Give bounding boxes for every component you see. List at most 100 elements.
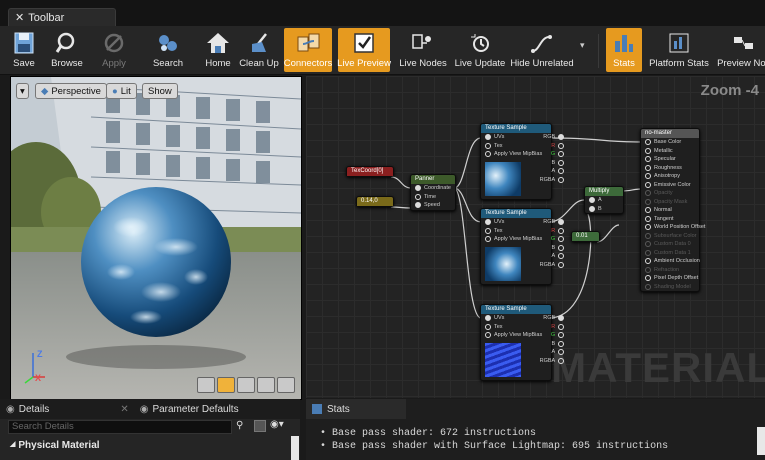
live-preview-button[interactable]: Live Preview [337,28,391,72]
platform-stats-icon [669,33,689,53]
texture-sample-node-3[interactable]: Texture Sample UVs Tex Apply View MipBia… [480,304,565,381]
panner-coordinate-pin[interactable]: Coordinate [411,184,455,193]
view-options-grid-icon[interactable] [254,420,266,432]
platform-stats-button[interactable]: Platform Stats [648,28,710,72]
result-pin[interactable]: Refraction [641,266,699,275]
result-pin[interactable]: Emissive Color [641,181,699,190]
result-pin[interactable]: Custom Data 0 [641,240,699,249]
home-button[interactable]: Home [200,28,236,72]
live-update-label: Live Update [454,58,506,69]
lit-button[interactable]: ● Lit [106,83,137,99]
multiply-a-pin[interactable]: A [585,196,623,205]
constant-vector-node[interactable]: 0.14,0 [356,196,394,207]
details-tab[interactable]: ◉ Details [6,404,49,415]
sphere-preview-icon[interactable] [217,377,235,393]
viewport-options-dropdown[interactable]: ▾ [16,83,29,99]
preview-nodes-icon [734,37,753,49]
result-pin[interactable]: Base Color [641,138,699,147]
toolbar-tab[interactable]: ✕ Toolbar [8,8,116,26]
stats-line-base-pass: • Base pass shader: 672 instructions [320,428,537,439]
parameter-defaults-tab[interactable]: ◉ Parameter Defaults [140,404,239,415]
connectors-label: Connectors [283,58,333,69]
panner-title: Panner [411,175,455,184]
live-preview-icon [354,33,374,53]
broom-icon [252,33,267,52]
perspective-button[interactable]: ◆ Perspective [35,83,107,99]
multiply-b-pin[interactable]: B [585,205,623,214]
stats-tab[interactable]: Stats [306,399,406,419]
editor-toolbar: Save Browse Apply Search Home Clean Up C… [0,26,765,75]
stats-tab-icon [312,404,322,414]
cylinder-preview-icon[interactable] [197,377,215,393]
material-preview-viewport[interactable]: Z X ▾ ◆ Perspective ● Lit Show [10,76,302,400]
physical-material-category[interactable]: ◢ Physical Material [10,440,100,451]
material-result-pins: Base Color Metallic Specular Roughness Aniso… [641,138,705,292]
search-icon[interactable]: ⚲ [236,420,246,432]
clean-up-button[interactable]: Clean Up [238,28,280,72]
material-result-title: no-master [641,129,699,138]
texcoord-title: TexCoord[0] [347,167,393,176]
panner-time-pin[interactable]: Time [411,193,455,202]
texcoord-node[interactable]: TexCoord[0] [346,166,394,177]
apply-button[interactable]: Apply [94,28,134,72]
live-nodes-button[interactable]: Live Nodes [398,28,448,72]
result-pin[interactable]: Anisotropy [641,172,699,181]
live-update-button[interactable]: Live Update [454,28,506,72]
panner-speed-pin[interactable]: Speed [411,201,455,210]
details-scrollbar[interactable] [291,436,299,460]
result-pin[interactable]: Specular [641,155,699,164]
axis-z-label: Z [37,349,43,359]
result-pin[interactable]: Opacity Mask [641,198,699,207]
live-update-icon [471,34,489,52]
material-result-node[interactable]: no-master Base Color Metallic Specular Roug… [640,128,705,292]
search-button[interactable]: Search [146,28,190,72]
viewport-scene [11,77,301,399]
result-pin[interactable]: Subsurface Color [641,232,699,241]
axis-x-label: X [35,373,42,383]
toolbar-tab-label: Toolbar [28,11,65,24]
details-search-input[interactable]: Search Details [8,420,232,434]
result-pin[interactable]: Roughness [641,164,699,173]
result-pin[interactable]: Tangent [641,215,699,224]
result-pin[interactable]: World Position Offset [641,223,705,232]
result-pin[interactable]: Custom Data 1 [641,249,699,258]
browse-button[interactable]: Browse [46,28,88,72]
close-icon[interactable]: ✕ [120,404,128,415]
result-pin[interactable]: Metallic [641,147,699,156]
window-tab-strip: ✕ Toolbar [0,0,765,26]
browse-label: Browse [51,58,83,69]
eye-icon[interactable]: ◉▾ [270,419,284,430]
lit-icon: ● [112,85,118,97]
custom-mesh-preview-icon[interactable] [277,377,295,393]
result-pin[interactable]: Pixel Depth Offset [641,274,699,283]
panner-node[interactable]: Panner Coordinate Time Speed [410,174,456,211]
texture-sample-node-1[interactable]: Texture Sample UVs Tex Apply View MipBia… [480,123,565,200]
stats-scrollbar[interactable] [757,427,765,455]
preview-nodes-button[interactable]: Preview Nod [716,28,765,72]
show-button[interactable]: Show [142,83,178,99]
result-pin[interactable]: Ambient Occlusion [641,257,700,266]
save-label: Save [13,58,35,69]
cube-preview-icon[interactable] [257,377,275,393]
result-pin[interactable]: Shading Model [641,283,699,292]
apply-icon [104,33,124,53]
constant-scalar-node[interactable]: 0.01 [571,231,600,242]
texture-thumbnail-2 [485,246,521,281]
hide-unrelated-button[interactable]: Hide Unrelated [510,28,574,72]
texture-sample-node-2[interactable]: Texture Sample UVs Tex Apply View MipBia… [480,208,565,285]
toolbar-overflow-chevron-icon[interactable]: ▾ [580,40,585,51]
material-graph-canvas[interactable]: Zoom -4 MATERIAL TexCoord[0] 0.14,0 Pann… [306,76,765,398]
save-button[interactable]: Save [4,28,44,72]
result-pin[interactable]: Opacity [641,189,699,198]
result-pin[interactable]: Normal [641,206,699,215]
multiply-title: Multiply [585,187,623,196]
multiply-node[interactable]: Multiply A B [584,186,624,214]
stats-button[interactable]: Stats [606,28,642,72]
texture-sample-title-3: Texture Sample [481,305,551,314]
details-tabs: ◉ Details ✕ ◉ Parameter Defaults [0,399,300,419]
stats-icon [615,35,633,52]
chevron-down-icon: ▾ [20,85,25,97]
plane-preview-icon[interactable] [237,377,255,393]
connectors-button[interactable]: Connectors [284,28,332,72]
physical-material-label: Physical Material [18,440,100,451]
